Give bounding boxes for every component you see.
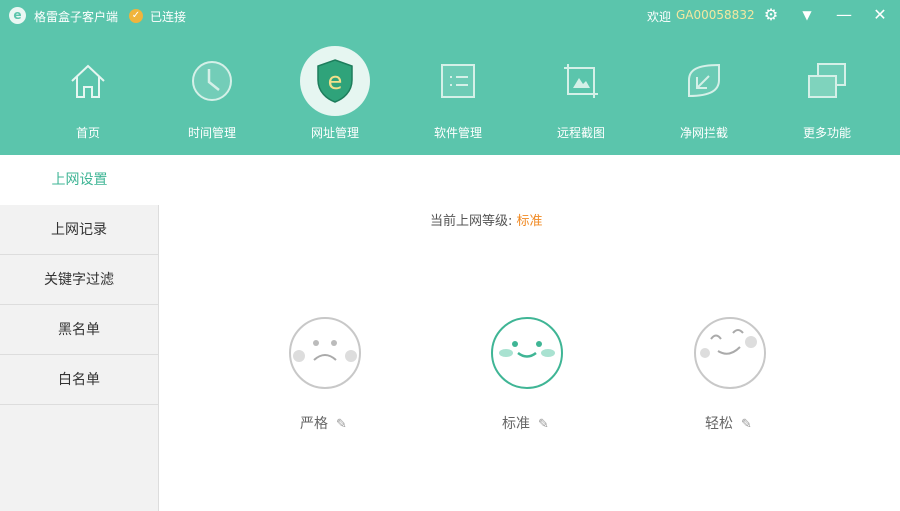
nav-screenshot[interactable]: 远程截图 <box>526 40 636 141</box>
check-icon: ✓ <box>129 9 143 23</box>
leaf-icon <box>669 46 739 116</box>
sidebar: 上网设置 上网记录 关键字过滤 黑名单 白名单 <box>0 155 159 511</box>
shield-e-icon: e <box>300 46 370 116</box>
nav-label: 网址管理 <box>310 126 359 140</box>
main-nav: 首页 时间管理 e 网址管理 软件管理 远程截图 净网拦截 更多功能 <box>0 40 900 150</box>
nav-more[interactable]: 更多功能 <box>772 40 882 141</box>
sidebar-item-keyword-filter[interactable]: 关键字过滤 <box>0 255 158 305</box>
level-value: 标准 <box>516 214 543 229</box>
windows-icon <box>792 46 862 116</box>
list-icon <box>423 46 493 116</box>
crop-image-icon <box>546 46 616 116</box>
close-icon[interactable]: ✕ <box>870 5 890 24</box>
relaxed-face-icon[interactable] <box>693 316 767 390</box>
nav-time[interactable]: 时间管理 <box>157 40 267 141</box>
title-bar: e 格雷盒子客户端 ✓ 已连接 欢迎 GA00058832 ⚙ ▼ — ✕ <box>0 0 900 32</box>
level-standard-label: 标准 <box>502 416 530 432</box>
sidebar-item-blacklist[interactable]: 黑名单 <box>0 305 158 355</box>
app-logo-icon: e <box>9 7 26 24</box>
sidebar-item-internet-settings[interactable]: 上网设置 <box>0 155 159 205</box>
nav-label: 净网拦截 <box>679 126 728 140</box>
standard-face-icon[interactable] <box>490 316 564 390</box>
dropdown-menu-icon[interactable]: ▼ <box>797 8 817 22</box>
nav-label: 软件管理 <box>433 126 482 140</box>
nav-label: 远程截图 <box>556 126 605 140</box>
nav-label: 更多功能 <box>802 126 851 140</box>
level-strict[interactable]: 严格 ✎ <box>300 413 347 433</box>
current-level: 当前上网等级: 标准 <box>430 210 543 229</box>
gear-icon[interactable]: ⚙ <box>761 5 781 24</box>
level-standard[interactable]: 标准 ✎ <box>502 413 549 433</box>
edit-pencil-icon[interactable]: ✎ <box>336 417 347 432</box>
user-id: GA00058832 <box>676 8 755 22</box>
nav-block[interactable]: 净网拦截 <box>649 40 759 141</box>
nav-label: 首页 <box>75 126 100 140</box>
level-relaxed-label: 轻松 <box>705 416 733 432</box>
edit-pencil-icon[interactable]: ✎ <box>538 417 549 432</box>
connection-status: 已连接 <box>150 10 187 24</box>
sidebar-item-whitelist[interactable]: 白名单 <box>0 355 158 405</box>
app-name: 格雷盒子客户端 <box>34 10 119 24</box>
edit-pencil-icon[interactable]: ✎ <box>741 417 752 432</box>
minimize-icon[interactable]: — <box>834 5 854 24</box>
header: e 格雷盒子客户端 ✓ 已连接 欢迎 GA00058832 ⚙ ▼ — ✕ 首页… <box>0 0 900 155</box>
clock-icon <box>177 46 247 116</box>
nav-home[interactable]: 首页 <box>33 40 143 141</box>
sidebar-item-history[interactable]: 上网记录 <box>0 205 158 255</box>
level-label: 当前上网等级: <box>430 214 517 229</box>
strict-face-icon[interactable] <box>288 316 362 390</box>
nav-url[interactable]: e 网址管理 <box>280 40 390 141</box>
nav-label: 时间管理 <box>187 126 236 140</box>
home-icon <box>53 46 123 116</box>
level-relaxed[interactable]: 轻松 ✎ <box>705 413 752 433</box>
level-strict-label: 严格 <box>300 416 328 432</box>
welcome-text: 欢迎 <box>647 10 672 24</box>
svg-text:e: e <box>328 67 343 95</box>
nav-software[interactable]: 软件管理 <box>403 40 513 141</box>
